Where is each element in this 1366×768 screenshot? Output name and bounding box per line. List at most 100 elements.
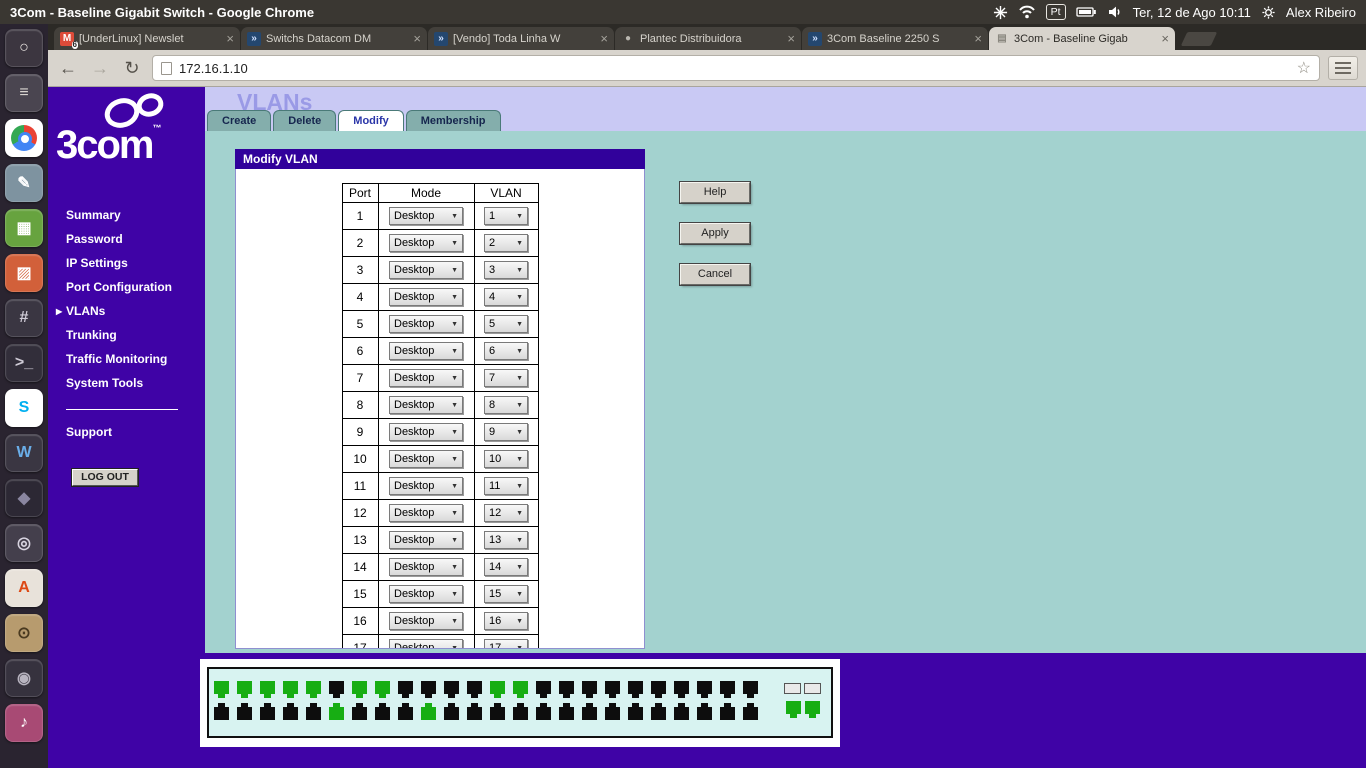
sidebar-item-system-tools[interactable]: System Tools (48, 371, 205, 395)
launcher-icon-music-app[interactable]: ♪ (5, 704, 43, 742)
browser-tab[interactable]: M 6 [UnderLinux] Newslet × (54, 27, 240, 50)
port-icon-active[interactable] (260, 681, 275, 698)
cancel-button[interactable]: Cancel (679, 263, 751, 286)
mode-select[interactable]: Desktop ▼ (389, 396, 463, 414)
battery-icon[interactable] (1075, 5, 1097, 19)
vlan-select[interactable]: 13 ▼ (484, 531, 528, 549)
vlan-tab-modify[interactable]: Modify (338, 110, 404, 131)
omnibox[interactable]: 172.16.1.10 ☆ (152, 55, 1320, 81)
vlan-select[interactable]: 4 ▼ (484, 288, 528, 306)
vlan-select[interactable]: 5 ▼ (484, 315, 528, 333)
port-icon[interactable] (674, 703, 689, 720)
sidebar-item-support[interactable]: Support (66, 425, 112, 439)
mode-select[interactable]: Desktop ▼ (389, 288, 463, 306)
mode-select[interactable]: Desktop ▼ (389, 504, 463, 522)
mode-select[interactable]: Desktop ▼ (389, 585, 463, 603)
port-icon[interactable] (720, 703, 735, 720)
sidebar-item-password[interactable]: Password (48, 227, 205, 251)
vlan-tab-create[interactable]: Create (207, 110, 272, 131)
reload-button[interactable]: ↻ (120, 56, 144, 80)
tab-close-icon[interactable]: × (1161, 32, 1169, 45)
port-icon[interactable] (375, 703, 390, 720)
mode-select[interactable]: Desktop ▼ (389, 531, 463, 549)
vlan-select[interactable]: 11 ▼ (484, 477, 528, 495)
port-icon-active[interactable] (490, 681, 505, 698)
port-icon[interactable] (329, 681, 344, 698)
vlan-select[interactable]: 3 ▼ (484, 261, 528, 279)
vlan-tab-membership[interactable]: Membership (405, 110, 501, 131)
launcher-icon-file-search[interactable]: ⊙ (5, 614, 43, 652)
chrome-menu-button[interactable] (1328, 56, 1358, 80)
vlan-tab-delete[interactable]: Delete (273, 110, 337, 131)
port-icon[interactable] (490, 703, 505, 720)
forward-button[interactable]: → (88, 56, 112, 80)
launcher-icon-libreoffice-calc[interactable]: ▦ (5, 209, 43, 247)
mode-select[interactable]: Desktop ▼ (389, 558, 463, 576)
port-icon[interactable] (582, 703, 597, 720)
vlan-select[interactable]: 15 ▼ (484, 585, 528, 603)
vlan-select[interactable]: 7 ▼ (484, 369, 528, 387)
port-icon-active[interactable] (329, 703, 344, 720)
vlan-select[interactable]: 16 ▼ (484, 612, 528, 630)
session-gear-icon[interactable] (1261, 5, 1276, 20)
mode-select[interactable]: Desktop ▼ (389, 315, 463, 333)
port-icon[interactable] (214, 703, 229, 720)
port-icon[interactable] (697, 681, 712, 698)
port-icon[interactable] (559, 681, 574, 698)
new-tab-button[interactable] (1180, 32, 1218, 46)
launcher-icon-text-editor[interactable]: ✎ (5, 164, 43, 202)
port-icon[interactable] (743, 681, 758, 698)
mode-select[interactable]: Desktop ▼ (389, 207, 463, 225)
port-icon[interactable] (536, 703, 551, 720)
launcher-icon-libreoffice-impress[interactable]: ▨ (5, 254, 43, 292)
vlan-select[interactable]: 8 ▼ (484, 396, 528, 414)
vlan-select[interactable]: 12 ▼ (484, 504, 528, 522)
port-icon[interactable] (674, 681, 689, 698)
vlan-select[interactable]: 1 ▼ (484, 207, 528, 225)
mode-select[interactable]: Desktop ▼ (389, 261, 463, 279)
sfp-port-icon[interactable] (805, 701, 820, 718)
sidebar-item-summary[interactable]: Summary (48, 203, 205, 227)
help-button[interactable]: Help (679, 181, 751, 204)
port-icon[interactable] (444, 703, 459, 720)
apply-button[interactable]: Apply (679, 222, 751, 245)
port-icon[interactable] (513, 703, 528, 720)
vlan-select[interactable]: 17 ▼ (484, 639, 528, 648)
url-text[interactable]: 172.16.1.10 (179, 61, 1290, 76)
sfp-cage-icon[interactable] (784, 683, 801, 694)
port-icon-active[interactable] (352, 681, 367, 698)
port-icon[interactable] (605, 703, 620, 720)
sidebar-item-trunking[interactable]: Trunking (48, 323, 205, 347)
port-icon-active[interactable] (375, 681, 390, 698)
sidebar-item-port-configuration[interactable]: Port Configuration (48, 275, 205, 299)
mode-select[interactable]: Desktop ▼ (389, 612, 463, 630)
vlan-select[interactable]: 6 ▼ (484, 342, 528, 360)
launcher-icon-terminal[interactable]: >_ (5, 344, 43, 382)
port-icon[interactable] (467, 681, 482, 698)
browser-tab[interactable]: » Switchs Datacom DM × (241, 27, 427, 50)
port-icon-active[interactable] (214, 681, 229, 698)
launcher-icon-media-player[interactable]: ◆ (5, 479, 43, 517)
browser-tab[interactable]: » [Vendo] Toda Linha W × (428, 27, 614, 50)
mode-select[interactable]: Desktop ▼ (389, 234, 463, 252)
port-icon[interactable] (582, 681, 597, 698)
port-icon[interactable] (306, 703, 321, 720)
mode-select[interactable]: Desktop ▼ (389, 639, 463, 648)
port-icon[interactable] (720, 681, 735, 698)
port-icon-active[interactable] (306, 681, 321, 698)
port-icon[interactable] (536, 681, 551, 698)
port-icon[interactable] (260, 703, 275, 720)
port-icon[interactable] (237, 703, 252, 720)
mode-select[interactable]: Desktop ▼ (389, 342, 463, 360)
browser-tab[interactable]: ▤ 3Com - Baseline Gigab × (989, 27, 1175, 50)
sfp-cage-icon[interactable] (804, 683, 821, 694)
tab-close-icon[interactable]: × (787, 32, 795, 45)
sync-indicator-icon[interactable] (993, 5, 1008, 20)
sidebar-item-traffic-monitoring[interactable]: Traffic Monitoring (48, 347, 205, 371)
launcher-icon-printer[interactable]: ≡ (5, 74, 43, 112)
logout-button[interactable]: LOG OUT (71, 468, 139, 487)
vlan-select[interactable]: 9 ▼ (484, 423, 528, 441)
port-icon[interactable] (628, 681, 643, 698)
port-icon[interactable] (421, 681, 436, 698)
port-icon[interactable] (398, 703, 413, 720)
